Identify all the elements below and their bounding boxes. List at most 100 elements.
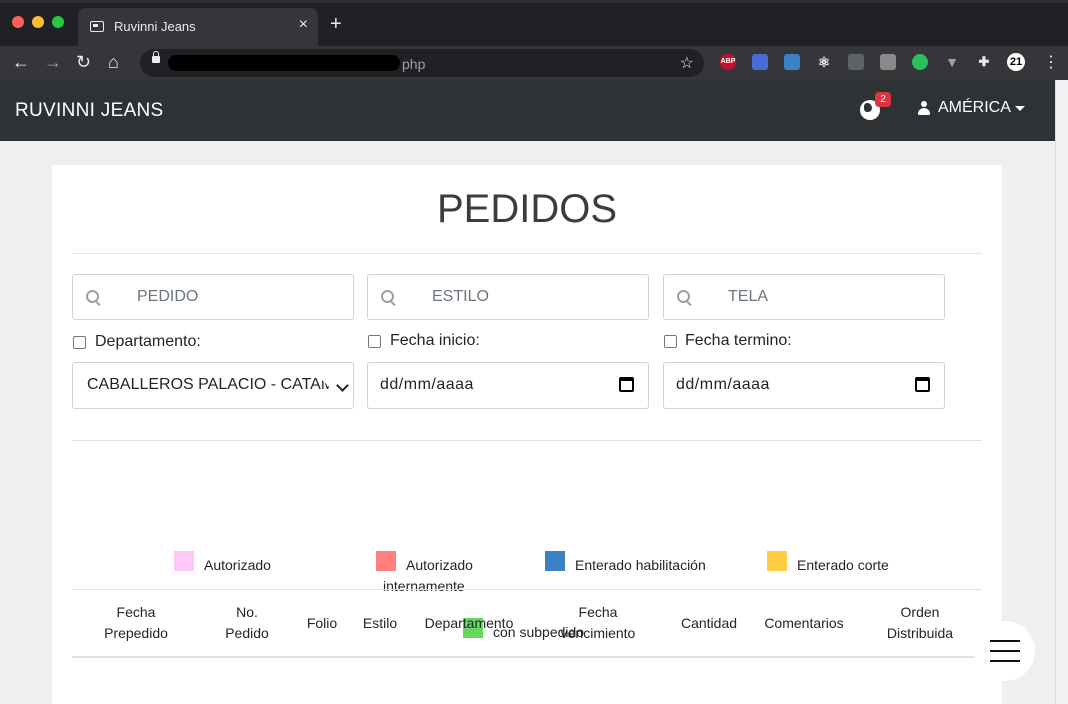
legend-label-autorizado-internamente-line2: internamente bbox=[383, 578, 465, 594]
brand-logo-text[interactable]: RUVINNI JEANS bbox=[15, 100, 164, 122]
th-orden-distribuida[interactable]: Orden Distribuida bbox=[880, 602, 960, 644]
top-navbar: RUVINNI JEANS 2 AMÉRICA bbox=[0, 80, 1055, 141]
fecha-termino-date-input[interactable]: dd/mm/aaaa bbox=[663, 362, 945, 409]
tab-title: Ruvinni Jeans bbox=[114, 19, 196, 34]
fecha-inicio-value: dd/mm/aaaa bbox=[380, 376, 474, 393]
calendar-icon[interactable] bbox=[619, 377, 634, 392]
legend-swatch-enterado-corte bbox=[767, 551, 787, 571]
th-folio-label: Folio bbox=[306, 615, 338, 631]
calendar-icon[interactable] bbox=[915, 377, 930, 392]
user-menu-toggle[interactable]: AMÉRICA bbox=[938, 99, 1011, 117]
legend-swatch-autorizado-internamente bbox=[376, 551, 396, 571]
th-folio[interactable]: Folio bbox=[297, 613, 347, 634]
tab-close-icon[interactable]: × bbox=[299, 16, 308, 34]
evernote-icon[interactable] bbox=[912, 54, 928, 70]
th-no-pedido[interactable]: No. Pedido bbox=[222, 602, 272, 644]
search-icon bbox=[86, 290, 99, 303]
departamento-select[interactable]: CABALLEROS PALACIO - CATAM bbox=[72, 362, 354, 409]
hamburger-line bbox=[990, 640, 1020, 642]
departamento-label: Departamento: bbox=[95, 333, 201, 350]
fecha-inicio-date-input[interactable]: dd/mm/aaaa bbox=[367, 362, 649, 409]
lightbulb-icon[interactable] bbox=[848, 54, 864, 70]
lock-icon bbox=[152, 51, 160, 63]
maximize-window-button[interactable] bbox=[52, 16, 64, 28]
pedido-search-input[interactable]: PEDIDO bbox=[72, 274, 354, 320]
page-viewport: RUVINNI JEANS 2 AMÉRICA PEDIDOS PEDIDO E… bbox=[0, 80, 1055, 704]
estilo-search-input[interactable]: ESTILO bbox=[367, 274, 649, 320]
fecha-termino-value: dd/mm/aaaa bbox=[676, 376, 770, 393]
legend-label-autorizado-internamente-line1: Autorizado bbox=[406, 557, 473, 573]
legend-divider bbox=[72, 589, 982, 590]
forward-arrow-icon[interactable]: → bbox=[44, 53, 62, 71]
legend-swatch-autorizado bbox=[174, 551, 194, 571]
hamburger-menu-button[interactable] bbox=[975, 621, 1035, 681]
legend-label-enterado-corte: Enterado corte bbox=[797, 557, 889, 573]
th-comentarios[interactable]: Comentarios bbox=[758, 613, 850, 634]
legend-swatch-enterado-habilitacion bbox=[545, 551, 565, 571]
browser-menu-icon[interactable]: ⋮ bbox=[1043, 52, 1059, 72]
new-tab-button[interactable]: + bbox=[330, 14, 342, 34]
departamento-selected-value: CABALLEROS PALACIO - CATAM bbox=[87, 376, 335, 393]
vue-icon[interactable]: ▼ bbox=[944, 54, 960, 70]
search-extension-icon[interactable] bbox=[784, 54, 800, 70]
fecha-inicio-checkbox[interactable] bbox=[368, 335, 381, 348]
browser-tab-strip: Ruvinni Jeans × + bbox=[0, 0, 1068, 46]
tela-search-placeholder: TELA bbox=[728, 288, 769, 305]
th-fecha-prepedido-line1: Fecha bbox=[116, 604, 156, 620]
hamburger-line bbox=[990, 660, 1020, 662]
bookmark-star-icon[interactable]: ☆ bbox=[680, 53, 694, 73]
redacted-url-region bbox=[168, 55, 400, 71]
address-bar-row: ← → ↻ ⌂ php ☆ ABP ⚛ ▼ ✚ 21 ⋮ bbox=[0, 46, 1068, 80]
title-divider bbox=[72, 253, 982, 254]
close-window-button[interactable] bbox=[12, 16, 24, 28]
estilo-search-placeholder: ESTILO bbox=[432, 288, 489, 305]
th-departamento[interactable]: Departamento bbox=[414, 613, 524, 634]
search-icon bbox=[381, 290, 394, 303]
abp-icon[interactable]: ABP bbox=[720, 54, 736, 70]
legend-label-enterado-habilitacion: Enterado habilitación bbox=[575, 557, 706, 573]
fecha-termino-label: Fecha termino: bbox=[685, 332, 792, 349]
th-orden-distribuida-line1: Orden bbox=[900, 604, 940, 620]
page-title: PEDIDOS bbox=[436, 187, 618, 231]
react-icon[interactable]: ⚛ bbox=[816, 54, 832, 70]
pedido-search-placeholder: PEDIDO bbox=[137, 288, 199, 305]
badge-21-icon[interactable]: 21 bbox=[1007, 53, 1025, 71]
extension-icon[interactable] bbox=[752, 54, 768, 70]
th-fecha-prepedido[interactable]: Fecha Prepedido bbox=[96, 602, 176, 644]
legend-label-autorizado: Autorizado bbox=[204, 557, 271, 573]
th-fecha-vencimiento[interactable]: Fecha vencimiento bbox=[552, 602, 644, 644]
th-no-pedido-line1: No. bbox=[236, 604, 258, 620]
page-scrollbar[interactable] bbox=[1055, 80, 1068, 704]
tab-favicon-icon bbox=[90, 21, 104, 32]
search-icon bbox=[677, 290, 690, 303]
filters-divider bbox=[72, 440, 982, 441]
th-fecha-prepedido-line2: Prepedido bbox=[104, 625, 168, 641]
url-input[interactable]: php ☆ bbox=[140, 49, 704, 77]
hamburger-line bbox=[990, 650, 1020, 652]
th-estilo[interactable]: Estilo bbox=[355, 613, 405, 634]
url-text: php bbox=[402, 56, 426, 72]
back-arrow-icon[interactable]: ← bbox=[12, 53, 30, 71]
th-estilo-label: Estilo bbox=[362, 615, 398, 631]
window-icon[interactable] bbox=[880, 54, 896, 70]
departamento-checkbox[interactable] bbox=[73, 336, 86, 349]
puzzle-icon[interactable]: ✚ bbox=[976, 54, 992, 70]
fecha-termino-checkbox[interactable] bbox=[664, 335, 677, 348]
home-icon[interactable]: ⌂ bbox=[108, 53, 119, 71]
chevron-down-icon bbox=[1015, 106, 1025, 111]
minimize-window-button[interactable] bbox=[32, 16, 44, 28]
th-departamento-label: Departamento bbox=[424, 615, 514, 631]
select-chevron-icon bbox=[336, 379, 349, 392]
browser-tab[interactable]: Ruvinni Jeans × bbox=[78, 8, 318, 46]
fecha-inicio-label: Fecha inicio: bbox=[390, 332, 480, 349]
th-orden-distribuida-line2: Distribuida bbox=[886, 625, 954, 641]
th-cantidad[interactable]: Cantidad bbox=[674, 613, 744, 634]
tela-search-input[interactable]: TELA bbox=[663, 274, 945, 320]
user-icon bbox=[918, 101, 930, 115]
window-top-border bbox=[0, 0, 1068, 3]
th-no-pedido-line2: Pedido bbox=[225, 625, 269, 641]
table-header-border bbox=[72, 656, 975, 658]
th-fecha-vencimiento-line2: vencimiento bbox=[560, 625, 636, 641]
reload-icon[interactable]: ↻ bbox=[76, 53, 91, 71]
notification-count-badge: 2 bbox=[875, 92, 891, 107]
